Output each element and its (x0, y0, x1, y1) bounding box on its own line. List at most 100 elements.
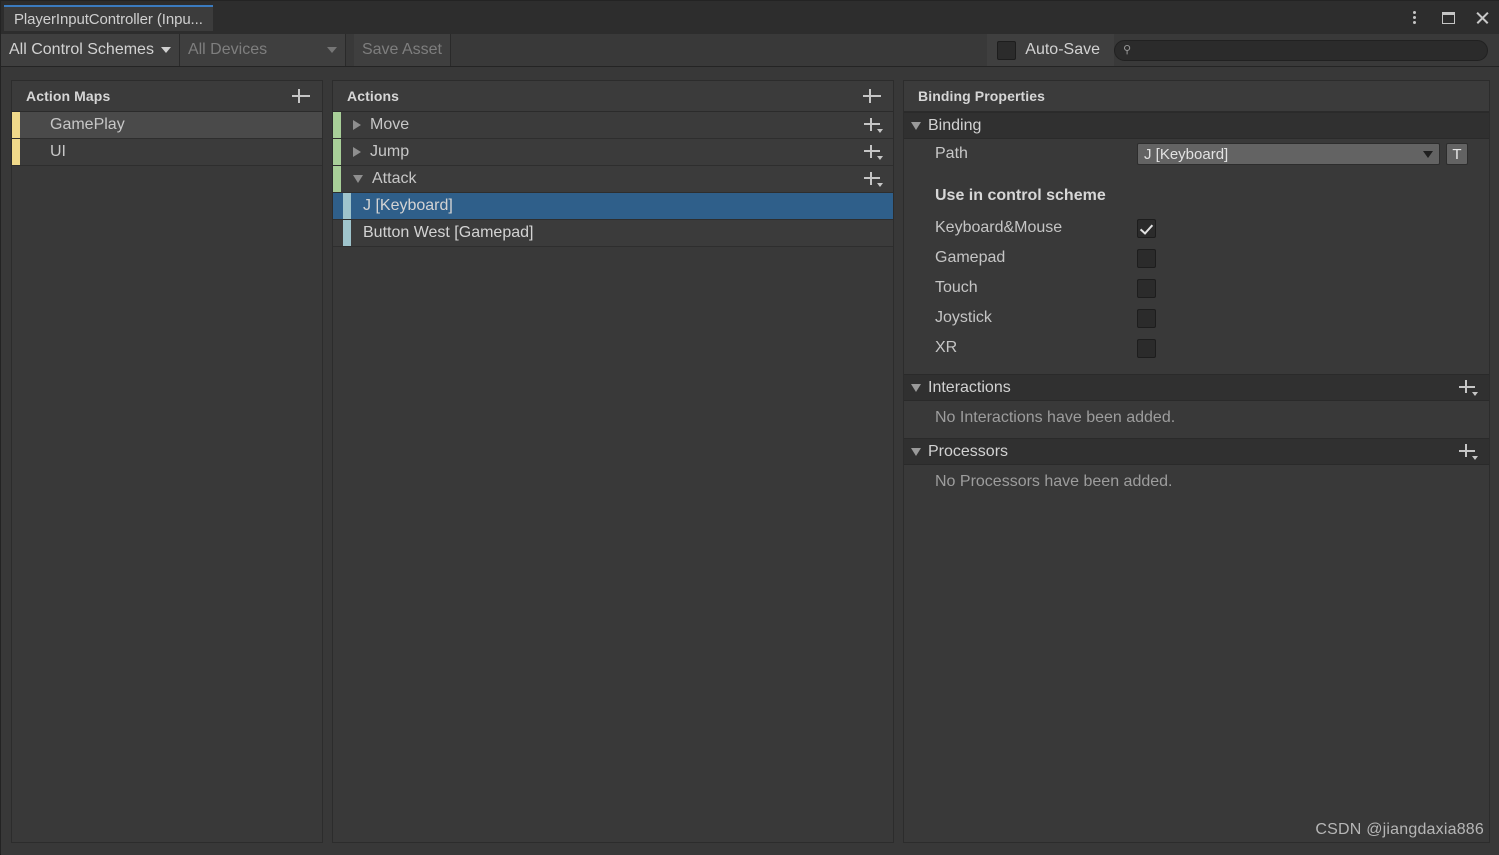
binding-properties-panel: Binding Properties Binding Path J [Keybo… (903, 80, 1490, 843)
scheme-checkbox-gamepad[interactable] (1137, 248, 1156, 268)
action-color-stripe (333, 166, 341, 192)
interactions-foldout-header[interactable]: Interactions (904, 374, 1489, 401)
add-processor-button[interactable] (1458, 442, 1480, 462)
toolbar-spacer (451, 34, 988, 66)
search-box[interactable]: ⚲ (1114, 39, 1488, 61)
action-label: Jump (370, 143, 410, 160)
action-maps-header: Action Maps (12, 81, 322, 112)
chevron-down-icon (911, 121, 921, 130)
binding-properties-body: Binding Path J [Keyboard] T Use in contr… (904, 112, 1489, 842)
close-icon[interactable] (1472, 7, 1492, 29)
asset-tab-label: PlayerInputController (Inpu... (14, 10, 203, 28)
save-asset-button[interactable]: Save Asset (353, 34, 451, 66)
actions-list: Move Jump Attack J [Keyboard] Button Wes… (333, 112, 893, 247)
binding-properties-title: Binding Properties (918, 88, 1046, 104)
actions-panel: Actions Move Jump Attack J [Keyboard] Bu… (332, 80, 894, 843)
action-row-move[interactable]: Move (333, 112, 893, 139)
add-binding-button[interactable] (863, 115, 885, 135)
auto-save-toggle[interactable]: Auto-Save (987, 34, 1114, 66)
add-binding-button[interactable] (863, 169, 885, 189)
search-input[interactable] (1137, 42, 1479, 58)
path-value: J [Keyboard] (1144, 145, 1229, 163)
scheme-row-gamepad[interactable]: Gamepad (904, 243, 1489, 273)
scheme-label: Joystick (935, 309, 992, 326)
binding-properties-header: Binding Properties (904, 81, 1489, 112)
devices-dropdown[interactable]: All Devices (179, 34, 346, 66)
path-text-mode-button[interactable]: T (1446, 143, 1468, 165)
chevron-down-icon (326, 47, 337, 53)
scheme-row-keyboard-mouse[interactable]: Keyboard&Mouse (904, 213, 1489, 243)
kebab-menu-icon[interactable] (1404, 7, 1424, 29)
action-maps-list: GamePlay UI (12, 112, 322, 166)
scheme-row-joystick[interactable]: Joystick (904, 303, 1489, 333)
chevron-down-icon (160, 47, 171, 53)
actions-header: Actions (333, 81, 893, 112)
interactions-foldout-label: Interactions (928, 378, 1011, 396)
action-maps-title: Action Maps (26, 88, 111, 104)
auto-save-checkbox[interactable] (997, 40, 1017, 60)
binding-color-stripe (343, 220, 351, 246)
watermark: CSDN @jiangdaxia886 (1315, 821, 1484, 838)
asset-tab[interactable]: PlayerInputController (Inpu... (4, 5, 213, 31)
action-map-color-stripe (12, 139, 20, 165)
action-row-attack[interactable]: Attack (333, 166, 893, 193)
action-map-row-gameplay[interactable]: GamePlay (12, 112, 322, 139)
chevron-right-icon[interactable] (353, 120, 361, 130)
action-color-stripe (333, 112, 341, 138)
add-interaction-button[interactable] (1458, 378, 1480, 398)
chevron-right-icon[interactable] (353, 147, 361, 157)
binding-row-keyboard[interactable]: J [Keyboard] (333, 193, 893, 220)
control-schemes-dropdown[interactable]: All Control Schemes (1, 34, 180, 66)
action-maps-panel: Action Maps GamePlay UI (11, 80, 323, 843)
chevron-down-icon (1423, 150, 1433, 158)
use-in-control-scheme-title: Use in control scheme (935, 187, 1106, 204)
scheme-checkbox-touch[interactable] (1137, 278, 1156, 298)
title-bar: PlayerInputController (Inpu... (1, 1, 1499, 34)
path-dropdown[interactable]: J [Keyboard] (1137, 143, 1440, 165)
auto-save-label: Auto-Save (1025, 41, 1100, 58)
panes-container: Action Maps GamePlay UI Actions Move Jum… (1, 67, 1499, 855)
scheme-row-xr[interactable]: XR (904, 333, 1489, 363)
toolbar: All Control Schemes All Devices Save Ass… (1, 34, 1499, 67)
devices-label: All Devices (187, 41, 268, 58)
scheme-checkbox-joystick[interactable] (1137, 308, 1156, 328)
action-label: Move (370, 116, 410, 133)
path-label: Path (935, 145, 968, 162)
binding-label: J [Keyboard] (363, 197, 453, 214)
action-color-stripe (333, 139, 341, 165)
binding-label: Button West [Gamepad] (363, 224, 534, 241)
add-action-map-button[interactable] (290, 85, 312, 107)
processors-foldout-header[interactable]: Processors (904, 438, 1489, 465)
chevron-down-icon (911, 383, 921, 392)
binding-foldout-label: Binding (928, 116, 982, 134)
action-map-row-ui[interactable]: UI (12, 139, 322, 166)
action-row-jump[interactable]: Jump (333, 139, 893, 166)
search-icon: ⚲ (1123, 43, 1132, 56)
scheme-checkbox-keyboard-mouse[interactable] (1137, 218, 1156, 238)
add-action-button[interactable] (861, 85, 883, 107)
window-controls (1404, 1, 1492, 34)
scheme-row-touch[interactable]: Touch (904, 273, 1489, 303)
binding-foldout-header[interactable]: Binding (904, 112, 1489, 139)
toolbar-separator (345, 34, 354, 66)
action-map-color-stripe (12, 112, 20, 138)
action-map-label: UI (50, 143, 66, 160)
scheme-label: Gamepad (935, 249, 1006, 266)
processors-foldout-label: Processors (928, 442, 1009, 460)
actions-title: Actions (347, 88, 400, 104)
scheme-label: Keyboard&Mouse (935, 219, 1063, 236)
binding-row-gamepad[interactable]: Button West [Gamepad] (333, 220, 893, 247)
scheme-label: Touch (935, 279, 978, 296)
scheme-checkbox-xr[interactable] (1137, 338, 1156, 358)
action-label: Attack (372, 170, 417, 187)
add-binding-button[interactable] (863, 142, 885, 162)
interactions-empty-text: No Interactions have been added. (935, 409, 1176, 426)
unity-input-actions-window: PlayerInputController (Inpu... All Contr… (0, 0, 1499, 855)
processors-empty-text: No Processors have been added. (935, 473, 1173, 490)
maximize-icon[interactable] (1438, 7, 1458, 29)
chevron-down-icon[interactable] (353, 175, 363, 183)
chevron-down-icon (911, 447, 921, 456)
action-map-label: GamePlay (50, 116, 125, 133)
scheme-label: XR (935, 339, 958, 356)
control-schemes-label: All Control Schemes (9, 41, 154, 58)
